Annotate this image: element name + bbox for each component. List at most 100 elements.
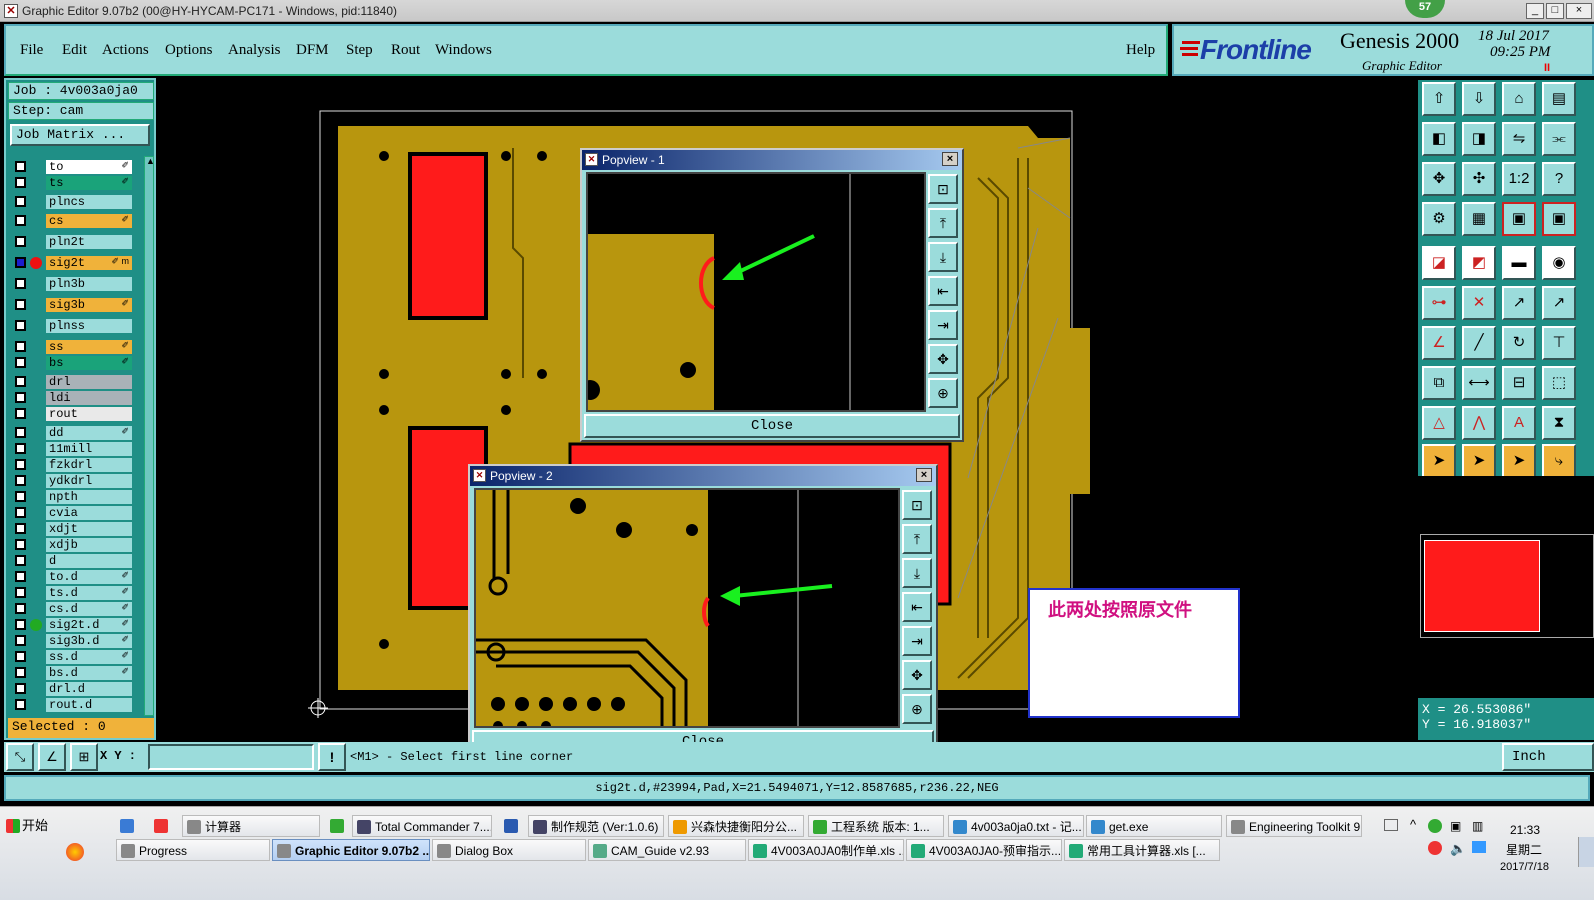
layout-icon[interactable]: ▤: [1542, 82, 1576, 116]
layer-checkbox[interactable]: [15, 571, 26, 582]
pv1-popview-center-icon[interactable]: ⊕: [928, 378, 958, 408]
grid-icon[interactable]: ⊞: [70, 743, 98, 771]
pv2-popview-left-icon[interactable]: ⇤: [902, 592, 932, 622]
taskbar-row1-item[interactable]: 计算器: [182, 815, 320, 837]
layer-checkbox[interactable]: [15, 699, 26, 710]
taskbar-row1-item[interactable]: 兴森快捷衡阳分公...: [668, 815, 804, 837]
layer-checkbox[interactable]: [15, 376, 26, 387]
select-arrow-icon[interactable]: ➤: [1422, 444, 1456, 478]
pv2-popview-center-icon[interactable]: ⊕: [902, 694, 932, 724]
triangle-icon[interactable]: △: [1422, 406, 1456, 440]
pv1-popview-left-icon[interactable]: ⇤: [928, 276, 958, 306]
stretch-icon[interactable]: ⟷: [1462, 366, 1496, 400]
layer-checkbox[interactable]: [15, 320, 26, 331]
show-desktop-button[interactable]: [1578, 837, 1594, 867]
grid-view-icon[interactable]: ▦: [1462, 202, 1496, 236]
layer-row-bs-d[interactable]: bs.d ✐: [10, 666, 132, 680]
move-right-icon[interactable]: ◨: [1462, 122, 1496, 156]
layer-edit-icon[interactable]: ✐: [121, 618, 129, 629]
layer-checkbox[interactable]: [15, 523, 26, 534]
taskbar-row2-item[interactable]: Progress: [116, 839, 270, 861]
layer-row-sig3b[interactable]: sig3b ✐: [10, 298, 132, 312]
slash-tool-icon[interactable]: ╱: [1462, 326, 1496, 360]
layer-edit-icon[interactable]: ✐: [121, 160, 129, 171]
text-tool-icon[interactable]: ⊤: [1542, 326, 1576, 360]
layer-row-npth[interactable]: npth: [10, 490, 132, 504]
split-icon[interactable]: ⫘: [1542, 122, 1576, 156]
layer-row-rout[interactable]: rout: [10, 407, 132, 421]
layer-row-d[interactable]: d: [10, 554, 132, 568]
scale-icon[interactable]: 1:2: [1502, 162, 1536, 196]
layer-edit-icon[interactable]: ✐: [121, 586, 129, 597]
layer-edit-icon[interactable]: ✐: [121, 666, 129, 677]
pv1-popview-zoom-icon[interactable]: ⊡: [928, 174, 958, 204]
add-pad-icon[interactable]: ◪: [1422, 246, 1456, 280]
layer-edit-icon[interactable]: ✐: [121, 356, 129, 367]
select-route-icon[interactable]: ⤷: [1542, 444, 1576, 478]
taskbar-row1-item[interactable]: [116, 815, 146, 837]
system-tray[interactable]: ^ ▣ ▥ 🔈: [1406, 817, 1496, 877]
taskbar-row1-item[interactable]: Engineering Toolkit 9...: [1226, 815, 1362, 837]
pv1-popview-down-icon[interactable]: ⤓: [928, 242, 958, 272]
taskbar-row1-item[interactable]: 4v003a0ja0.txt - 记...: [948, 815, 1084, 837]
layer-checkbox[interactable]: [15, 619, 26, 630]
layer-edit-icon[interactable]: ✐: [121, 426, 129, 437]
taskbar-row1-item[interactable]: [150, 815, 180, 837]
export-icon[interactable]: ⇩: [1462, 82, 1496, 116]
layer-row-rout-d[interactable]: rout.d: [10, 698, 132, 712]
layer-row-to[interactable]: to ✐: [10, 160, 132, 174]
select-move-icon[interactable]: ➤: [1462, 444, 1496, 478]
layer-checkbox[interactable]: [15, 427, 26, 438]
rotate-icon[interactable]: ↻: [1502, 326, 1536, 360]
layer-checkbox[interactable]: [15, 341, 26, 352]
edge-icon[interactable]: ⧗: [1542, 406, 1576, 440]
layer-edit-icon[interactable]: ✐: [121, 176, 129, 187]
menu-step[interactable]: Step: [346, 42, 373, 59]
layer-edit-icon[interactable]: ✐: [121, 340, 129, 351]
pv2-popview-zoom-icon[interactable]: ⊡: [902, 490, 932, 520]
popview-1-close-x-button[interactable]: ×: [942, 152, 958, 166]
layer-row-plncs[interactable]: plncs: [10, 195, 132, 209]
layer-row-ts[interactable]: ts ✐: [10, 176, 132, 190]
layer-row-dd[interactable]: dd ✐: [10, 426, 132, 440]
circle-tool-icon[interactable]: ◉: [1542, 246, 1576, 280]
layer-row-ss-d[interactable]: ss.d ✐: [10, 650, 132, 664]
pv1-popview-up-icon[interactable]: ⤒: [928, 208, 958, 238]
move-pad-icon[interactable]: ↗: [1502, 286, 1536, 320]
popview-1-view[interactable]: [586, 172, 926, 412]
layer-row-ydkdrl[interactable]: ydkdrl: [10, 474, 132, 488]
shape-icon[interactable]: ⬚: [1542, 366, 1576, 400]
layer-compare-icon[interactable]: ▣: [1542, 202, 1576, 236]
layer-checkbox[interactable]: [15, 408, 26, 419]
arc-icon[interactable]: ⋀: [1462, 406, 1496, 440]
layer-checkbox[interactable]: [15, 215, 26, 226]
layer-checkbox[interactable]: [15, 651, 26, 662]
layer-stack-icon[interactable]: ▣: [1502, 202, 1536, 236]
taskbar-row2-item[interactable]: Dialog Box: [432, 839, 586, 861]
popview-1-titlebar[interactable]: ✕ Popview - 1: [582, 150, 962, 170]
angle-icon[interactable]: ∠: [38, 743, 66, 771]
taskbar-row2-item[interactable]: 常用工具计算器.xls [...: [1064, 839, 1220, 861]
layer-row-cs-d[interactable]: cs.d ✐: [10, 602, 132, 616]
layer-row-fzkdrl[interactable]: fzkdrl: [10, 458, 132, 472]
layer-row-sig3b-d[interactable]: sig3b.d ✐: [10, 634, 132, 648]
menu-actions[interactable]: Actions: [102, 42, 149, 59]
popview-1-close-button[interactable]: Close: [584, 414, 960, 438]
layer-edit-icon[interactable]: ✐: [121, 214, 129, 225]
minimize-button[interactable]: _: [1526, 3, 1544, 19]
menu-edit[interactable]: Edit: [62, 42, 87, 59]
measure-icon[interactable]: ⚙: [1422, 202, 1456, 236]
layer-row-pln2t[interactable]: pln2t: [10, 235, 132, 249]
layer-checkbox[interactable]: [15, 177, 26, 188]
menu-rout[interactable]: Rout: [391, 42, 420, 59]
layer-edit-icon[interactable]: ✐: [121, 650, 129, 661]
layer-row-bs[interactable]: bs ✐: [10, 356, 132, 370]
alert-icon[interactable]: !: [318, 743, 346, 771]
layer-row-pln3b[interactable]: pln3b: [10, 277, 132, 291]
font-icon[interactable]: A: [1502, 406, 1536, 440]
layer-checkbox[interactable]: [15, 491, 26, 502]
copy-icon[interactable]: ⧉: [1422, 366, 1456, 400]
layer-row-xdjt[interactable]: xdjt: [10, 522, 132, 536]
maximize-button[interactable]: □: [1546, 3, 1564, 19]
move-feature-icon[interactable]: ↗: [1542, 286, 1576, 320]
